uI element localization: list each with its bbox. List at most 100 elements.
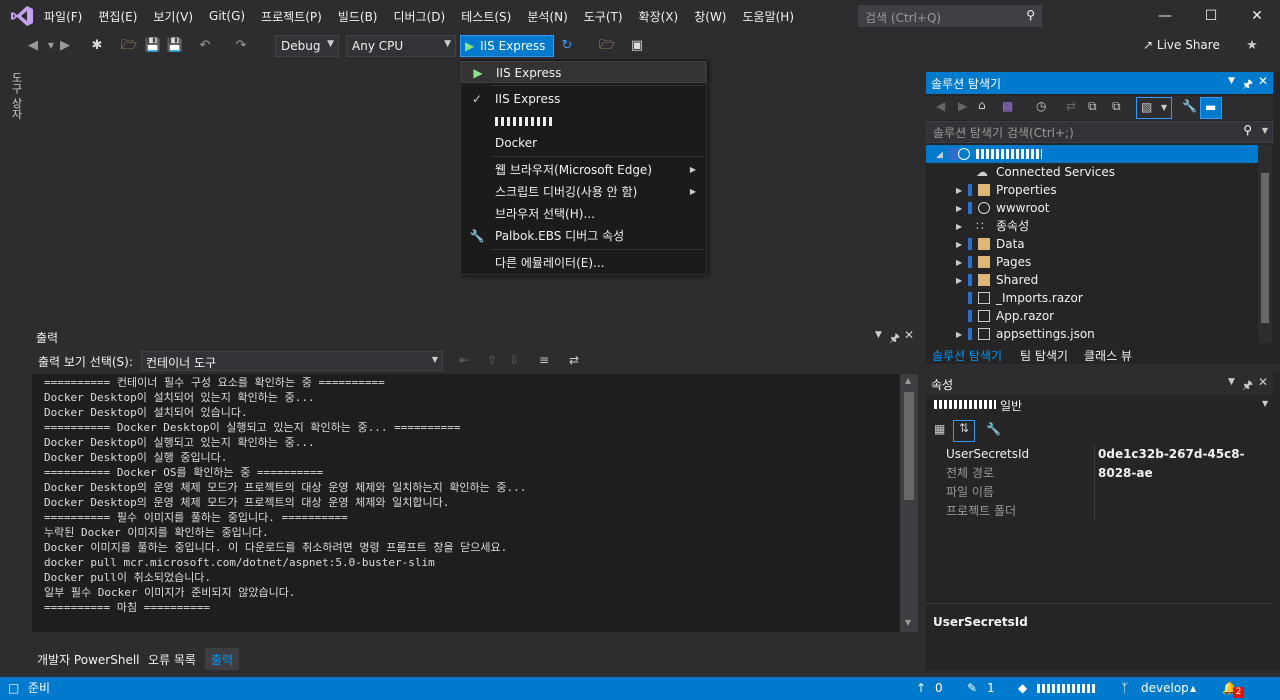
- search-box[interactable]: 검색 (Ctrl+Q) ⚲: [858, 5, 1042, 27]
- preview-selected-items-button[interactable]: ▬: [1200, 97, 1222, 119]
- property-row[interactable]: 전체 경로: [928, 464, 1273, 483]
- panel-menu-icon[interactable]: ▼: [1228, 76, 1235, 86]
- menu-item-project-profile[interactable]: [461, 110, 706, 132]
- close-panel-icon[interactable]: ✕: [1258, 74, 1268, 88]
- menu-view[interactable]: 보기(V): [145, 8, 201, 25]
- pin-icon[interactable]: 🖈: [1242, 75, 1253, 96]
- word-wrap-icon[interactable]: ⇄: [569, 353, 579, 367]
- save-all-icon[interactable]: 💾: [166, 37, 184, 55]
- alphabetical-icon[interactable]: ⇅: [953, 420, 975, 442]
- menu-tools[interactable]: 도구(T): [576, 8, 631, 25]
- menu-file[interactable]: 파일(F): [36, 8, 90, 25]
- tab-solution-explorer[interactable]: 솔루션 탐색기: [932, 347, 1002, 364]
- property-pages-wrench-icon[interactable]: 🔧: [986, 422, 1001, 436]
- solution-explorer-scrollbar[interactable]: [1258, 145, 1272, 343]
- menu-item-debug-properties[interactable]: 🔧 Palbok.EBS 디버그 속성: [461, 225, 706, 247]
- menu-test[interactable]: 테스트(S): [453, 8, 519, 25]
- property-row[interactable]: UserSecretsId 0de1c32b-267d-45c8-8028-ae: [928, 445, 1273, 480]
- open-folder-icon[interactable]: 🗁: [120, 37, 138, 55]
- properties-object-select[interactable]: 일반 ▼: [926, 395, 1273, 415]
- menu-build[interactable]: 빌드(B): [330, 8, 386, 25]
- tree-item-pages[interactable]: ▶ Pages: [926, 253, 1272, 271]
- tree-item-properties[interactable]: ▶ Properties: [926, 181, 1272, 199]
- toolbox-tab[interactable]: 도구 상자: [10, 72, 24, 126]
- browse-files-icon[interactable]: 🗁: [598, 37, 616, 55]
- menu-project[interactable]: 프로젝트(P): [253, 8, 330, 25]
- properties-wrench-icon[interactable]: 🔧: [1182, 99, 1197, 113]
- pin-icon[interactable]: 🖈: [1242, 376, 1253, 397]
- tree-item-app-razor[interactable]: App.razor: [926, 307, 1272, 325]
- expand-arrow-icon[interactable]: ▶: [956, 218, 962, 236]
- find-message-icon[interactable]: ⇤: [459, 353, 469, 367]
- tree-item-shared[interactable]: ▶ Shared: [926, 271, 1272, 289]
- expand-arrow-icon[interactable]: ▶: [956, 182, 962, 200]
- platform-select[interactable]: Any CPU ▼: [346, 35, 456, 57]
- tree-item-data[interactable]: ▶ Data: [926, 235, 1272, 253]
- save-icon[interactable]: 💾: [144, 37, 162, 55]
- menu-debug[interactable]: 디버그(D): [386, 8, 454, 25]
- publish-up-arrow-icon[interactable]: ↑: [916, 677, 926, 700]
- expand-arrow-icon[interactable]: ▶: [956, 326, 962, 344]
- preview-toggle[interactable]: ▧ ▼: [1136, 97, 1172, 119]
- close-panel-icon[interactable]: ✕: [904, 328, 914, 342]
- property-row[interactable]: 프로젝트 폴더: [928, 502, 1273, 521]
- tree-item-wwwroot[interactable]: ▶ wwwroot: [926, 199, 1272, 217]
- browser-link-icon[interactable]: ▣: [628, 37, 646, 55]
- collapse-all-icon[interactable]: ⧉: [1088, 99, 1097, 114]
- tree-item-imports-razor[interactable]: _Imports.razor: [926, 289, 1272, 307]
- menu-git[interactable]: Git(G): [201, 9, 253, 23]
- close-panel-icon[interactable]: ✕: [1258, 375, 1268, 389]
- menu-item-docker[interactable]: Docker: [461, 132, 706, 154]
- description-divider[interactable]: [926, 603, 1273, 604]
- menu-edit[interactable]: 편집(E): [90, 8, 145, 25]
- tab-output[interactable]: 출력: [205, 648, 240, 670]
- menu-item-iis-express[interactable]: ✓ IIS Express: [461, 88, 706, 110]
- home-icon[interactable]: ⌂: [978, 98, 986, 112]
- panel-menu-icon[interactable]: ▼: [1228, 377, 1235, 387]
- tree-item-appsettings-json[interactable]: ▶ appsettings.json: [926, 325, 1272, 343]
- menu-analyze[interactable]: 분석(N): [519, 8, 575, 25]
- tree-item-dependencies[interactable]: ▶ ∷ 종속성: [926, 217, 1272, 235]
- refresh-icon[interactable]: ↻: [558, 37, 576, 55]
- expand-arrow-icon[interactable]: ▶: [956, 254, 962, 272]
- scroll-up-icon[interactable]: ▲: [905, 376, 911, 385]
- chevron-up-icon[interactable]: ▲: [1190, 677, 1196, 700]
- repo-icon[interactable]: ◆: [1018, 677, 1027, 700]
- pencil-icon[interactable]: ✎: [967, 677, 977, 700]
- menu-item-browse-with[interactable]: 브라우저 선택(H)...: [461, 203, 706, 225]
- tab-team-explorer[interactable]: 팀 탐색기: [1020, 347, 1068, 364]
- run-button[interactable]: ▶ IIS Express ▼: [460, 35, 554, 66]
- expand-arrow-icon[interactable]: ▶: [956, 272, 962, 290]
- forward-icon[interactable]: ▶: [56, 37, 74, 55]
- output-text[interactable]: ========== 컨테이너 필수 구성 요소를 확인하는 중 =======…: [32, 374, 900, 632]
- tab-error-list[interactable]: 오류 목록: [142, 648, 202, 670]
- live-share-button[interactable]: ↗ Live Share: [1143, 38, 1220, 52]
- property-column-divider[interactable]: [1094, 445, 1095, 521]
- expand-arrow-icon[interactable]: ▶: [956, 236, 962, 254]
- output-vertical-scrollbar[interactable]: ▲ ▼: [900, 374, 918, 632]
- property-row[interactable]: 파일 이름: [928, 483, 1273, 502]
- tab-developer-powershell[interactable]: 개발자 PowerShell: [31, 648, 146, 670]
- new-project-icon[interactable]: ✱: [88, 37, 106, 55]
- menu-item-other-emulator[interactable]: 다른 에뮬레이터(E)...: [461, 252, 706, 274]
- prev-message-icon[interactable]: ⇧: [487, 353, 497, 367]
- menu-item-script-debugging[interactable]: 스크립트 디버깅(사용 안 함) ▶: [461, 181, 706, 203]
- undo-icon[interactable]: ↶: [196, 37, 214, 55]
- expand-arrow-icon[interactable]: ◢: [936, 146, 943, 164]
- switch-views-icon[interactable]: ▩: [1002, 99, 1013, 113]
- maximize-button[interactable]: ☐: [1188, 0, 1234, 32]
- pending-changes-filter-icon[interactable]: ◷: [1036, 99, 1046, 113]
- branch-icon[interactable]: ᛉ: [1121, 677, 1128, 700]
- repository-name-obscured[interactable]: [1037, 684, 1097, 693]
- tab-class-view[interactable]: 클래스 뷰: [1084, 347, 1132, 364]
- back-icon[interactable]: ◀: [24, 37, 42, 55]
- scrollbar-thumb[interactable]: [904, 392, 914, 500]
- clear-all-icon[interactable]: ≡: [539, 353, 549, 367]
- pin-icon[interactable]: 🖈: [889, 329, 900, 350]
- categorized-icon[interactable]: ▦: [934, 422, 945, 436]
- menu-item-web-browser[interactable]: 웹 브라우저(Microsoft Edge) ▶: [461, 159, 706, 181]
- menu-help[interactable]: 도움말(H): [735, 8, 803, 25]
- close-button[interactable]: ✕: [1234, 0, 1280, 32]
- back-icon[interactable]: ◀: [936, 99, 945, 113]
- scrollbar-thumb[interactable]: [1261, 173, 1269, 323]
